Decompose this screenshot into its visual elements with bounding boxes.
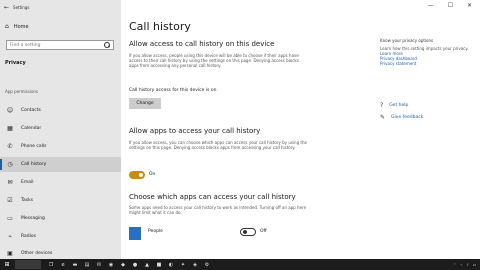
app-icon[interactable]: ◆ xyxy=(119,261,127,268)
sidebar-item-label: Radios xyxy=(21,234,36,239)
people-app-toggle-label: Off xyxy=(260,229,267,234)
titlebar: ← Settings xyxy=(4,3,29,11)
app-icon[interactable]: ▲ xyxy=(143,261,151,268)
back-arrow-icon[interactable]: ← xyxy=(4,4,9,11)
edge-icon[interactable]: e xyxy=(59,261,67,268)
call-history-icon: ◷ xyxy=(7,161,13,168)
give-feedback-label: Give feedback xyxy=(391,115,424,120)
notification-icon[interactable]: ▭ xyxy=(473,263,476,267)
privacy-options-title: Know your privacy options xyxy=(380,38,434,43)
close-icon[interactable]: ✕ xyxy=(467,2,472,9)
sidebar-item-call-history[interactable]: ◷ Call history xyxy=(0,157,121,172)
taskbar-apps: ❐ e ▬ ▤ ✉ ◉ ◆ ● ▲ ■ ◐ ✦ ◈ ⚙ xyxy=(47,261,211,268)
tasks-icon: ☑ xyxy=(7,197,13,204)
sidebar-item-messaging[interactable]: ▭ Messaging xyxy=(0,211,121,226)
window-controls: — ☐ ✕ xyxy=(428,2,472,9)
app-icon[interactable]: ◐ xyxy=(167,261,175,268)
sidebar-item-calendar[interactable]: ▦ Calendar xyxy=(0,121,121,136)
people-app-toggle[interactable] xyxy=(240,228,256,236)
other-devices-icon: ▣ xyxy=(7,250,13,257)
minimize-icon[interactable]: — xyxy=(428,2,434,9)
page-title: Call history xyxy=(129,20,191,33)
messaging-icon: ▭ xyxy=(7,215,13,222)
tray-icon[interactable]: ⌃ xyxy=(453,263,456,267)
taskbar: ⊞ ❐ e ▬ ▤ ✉ ◉ ◆ ● ▲ ■ ◐ ✦ ◈ ⚙ ⌃ ⌁ ♪ ▭ xyxy=(0,259,480,270)
sidebar-item-label: Call history xyxy=(21,162,47,167)
section-heading-app-access: Allow apps to access your call history xyxy=(129,127,261,135)
sidebar-item-label: Calendar xyxy=(21,126,42,131)
window-title: Settings xyxy=(13,4,30,10)
settings-window: ← Settings ⌂ Home Find a setting Privacy… xyxy=(0,0,480,259)
sidebar-item-label: Email xyxy=(21,180,34,185)
store-icon[interactable]: ▤ xyxy=(83,261,91,268)
sidebar-item-label: Contacts xyxy=(21,108,41,113)
app-icon[interactable]: ■ xyxy=(155,261,163,268)
people-app-icon: 👤 xyxy=(129,227,141,240)
section-description: If you allow access, you can choose whic… xyxy=(129,140,307,150)
task-view-icon[interactable]: ❐ xyxy=(47,261,55,268)
contacts-icon: ☺ xyxy=(6,107,14,114)
app-access-toggle-label: On xyxy=(149,172,156,177)
privacy-options-panel: Know your privacy options Learn how this… xyxy=(380,38,475,66)
section-description: Some apps need to access your call histo… xyxy=(129,205,307,215)
app-permissions-label: App permissions xyxy=(5,89,39,94)
get-help-link[interactable]: ? Get help xyxy=(380,102,408,109)
chrome-icon[interactable]: ◉ xyxy=(107,261,115,268)
app-access-toggle[interactable] xyxy=(129,171,145,179)
device-access-status: Call history access for this device is o… xyxy=(129,88,217,93)
network-icon[interactable]: ⌁ xyxy=(460,263,462,267)
section-title-privacy: Privacy xyxy=(5,60,26,66)
app-icon[interactable]: ● xyxy=(131,261,139,268)
sidebar-item-contacts[interactable]: ☺ Contacts xyxy=(0,103,121,118)
sidebar-item-label: Messaging xyxy=(21,216,45,221)
home-nav[interactable]: ⌂ Home xyxy=(5,23,29,30)
help-icon: ? xyxy=(380,102,384,109)
sidebar-item-radios[interactable]: ⌁ Radios xyxy=(0,229,121,244)
taskbar-search-box[interactable] xyxy=(15,260,41,269)
give-feedback-link[interactable]: ✎ Give feedback xyxy=(380,114,423,121)
sidebar-item-email[interactable]: ✉ Email xyxy=(0,175,121,190)
section-heading-choose-apps: Choose which apps can access your call h… xyxy=(129,193,296,201)
get-help-label: Get help xyxy=(389,103,409,108)
folder-icon[interactable]: ▬ xyxy=(71,261,79,268)
section-description: If you allow access, people using this d… xyxy=(129,53,299,68)
app-name-people: People xyxy=(148,229,163,234)
search-input[interactable]: Find a setting xyxy=(6,40,114,50)
sidebar-item-label: Phone calls xyxy=(21,144,47,149)
maximize-icon[interactable]: ☐ xyxy=(448,2,453,9)
mail-icon: ✉ xyxy=(7,179,13,186)
start-icon[interactable]: ⊞ xyxy=(2,261,12,268)
search-placeholder: Find a setting xyxy=(10,42,41,48)
section-heading-device-access: Allow access to call history on this dev… xyxy=(129,40,275,48)
mail-app-icon[interactable]: ✉ xyxy=(95,261,103,268)
system-tray: ⌃ ⌁ ♪ ▭ xyxy=(453,263,476,267)
sidebar-item-phone-calls[interactable]: ✆ Phone calls xyxy=(0,139,121,154)
app-icon[interactable]: ◈ xyxy=(191,261,199,268)
sidebar-item-tasks[interactable]: ☑ Tasks xyxy=(0,193,121,208)
settings-app-icon[interactable]: ⚙ xyxy=(203,261,211,268)
home-icon: ⌂ xyxy=(5,23,9,30)
app-icon[interactable]: ✦ xyxy=(179,261,187,268)
main-content: — ☐ ✕ Call history Allow access to call … xyxy=(121,0,480,259)
volume-icon[interactable]: ♪ xyxy=(466,263,468,267)
sidebar-item-label: Other devices xyxy=(21,251,53,256)
privacy-statement-link[interactable]: Privacy statement xyxy=(380,61,475,66)
search-icon[interactable] xyxy=(103,41,111,49)
home-label: Home xyxy=(13,23,29,30)
calendar-icon: ▦ xyxy=(7,125,13,132)
phone-icon: ✆ xyxy=(7,143,13,150)
radios-icon: ⌁ xyxy=(8,233,12,240)
change-button[interactable]: Change xyxy=(129,98,161,109)
sidebar: ← Settings ⌂ Home Find a setting Privacy… xyxy=(0,0,121,259)
sidebar-item-label: Tasks xyxy=(21,198,34,203)
feedback-icon: ✎ xyxy=(380,114,386,121)
active-indicator xyxy=(0,159,2,170)
